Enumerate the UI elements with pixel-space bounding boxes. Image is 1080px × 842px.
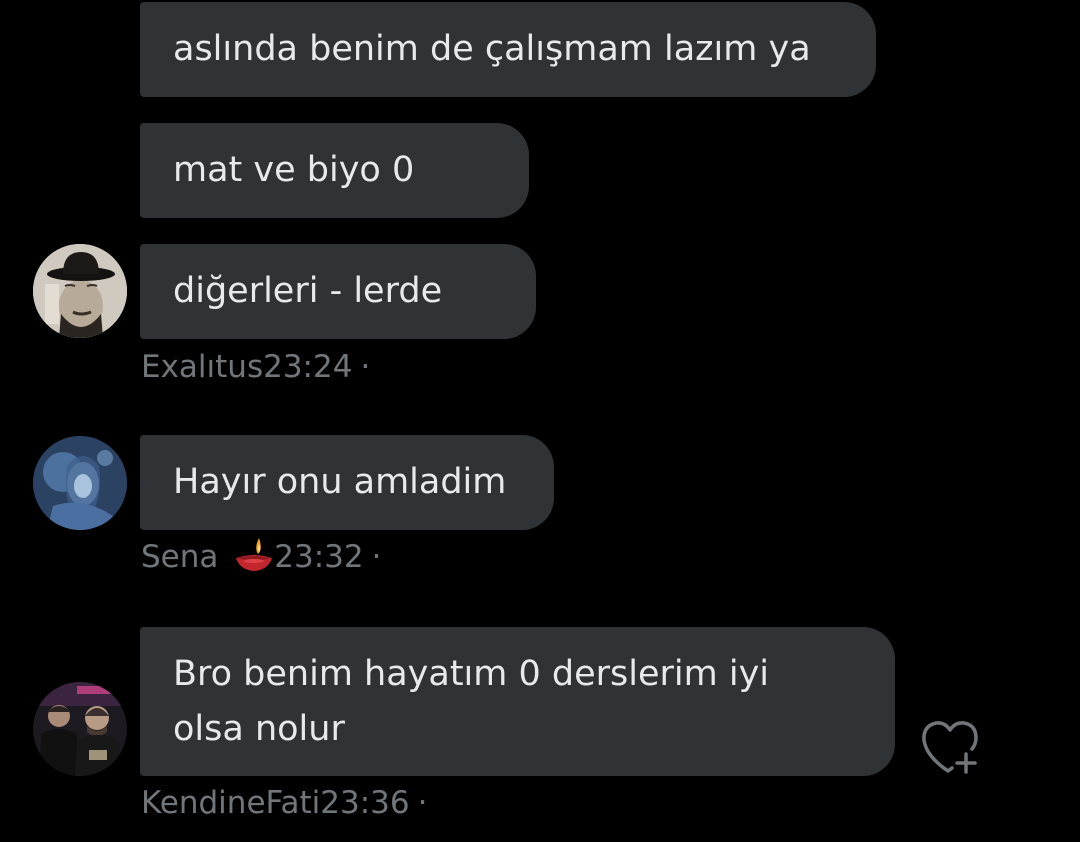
message-text-line-2: olsa nolur xyxy=(173,709,345,749)
meta-separator: · xyxy=(371,539,382,575)
avatar-exalitus[interactable] xyxy=(33,244,127,338)
message-text: diğerleri - lerde xyxy=(173,271,443,311)
message-bubble[interactable]: mat ve biyo 0 xyxy=(140,123,529,218)
avatar-image xyxy=(33,436,127,530)
message-text: mat ve biyo 0 xyxy=(173,150,415,190)
message-meta: Sena 23:32 · xyxy=(141,537,381,580)
message-bubble[interactable]: Hayır onu amladim xyxy=(140,435,554,530)
message-time: 23:32 xyxy=(274,539,364,575)
diya-lamp-icon xyxy=(236,537,273,571)
meta-separator: · xyxy=(417,785,428,821)
message-time: 23:24 xyxy=(263,349,353,385)
meta-separator: · xyxy=(360,349,371,385)
message-text: aslında benim de çalışmam lazım ya xyxy=(173,29,811,69)
sender-name[interactable]: Sena xyxy=(141,539,218,575)
message-meta: Exalıtus23:24 · xyxy=(141,347,370,387)
message-bubble[interactable]: aslında benim de çalışmam lazım ya xyxy=(140,2,876,97)
avatar-kendinefati[interactable] xyxy=(33,682,127,776)
message-meta: KendineFati23:36 · xyxy=(141,783,427,823)
add-reaction-button[interactable] xyxy=(918,716,982,776)
sender-name[interactable]: Exalıtus xyxy=(141,349,263,385)
message-text: Hayır onu amladim xyxy=(173,462,507,502)
heart-plus-icon xyxy=(922,721,978,774)
avatar-image xyxy=(33,682,127,776)
message-bubble[interactable]: diğerleri - lerde xyxy=(140,244,536,339)
message-bubble[interactable]: Bro benim hayatım 0 derslerim iyi olsa n… xyxy=(140,627,895,776)
message-time: 23:36 xyxy=(320,785,410,821)
avatar-image xyxy=(33,244,127,338)
avatar-sena[interactable] xyxy=(33,436,127,530)
message-text-line-1: Bro benim hayatım 0 derslerim iyi xyxy=(173,654,770,694)
sender-name[interactable]: KendineFati xyxy=(141,785,320,821)
